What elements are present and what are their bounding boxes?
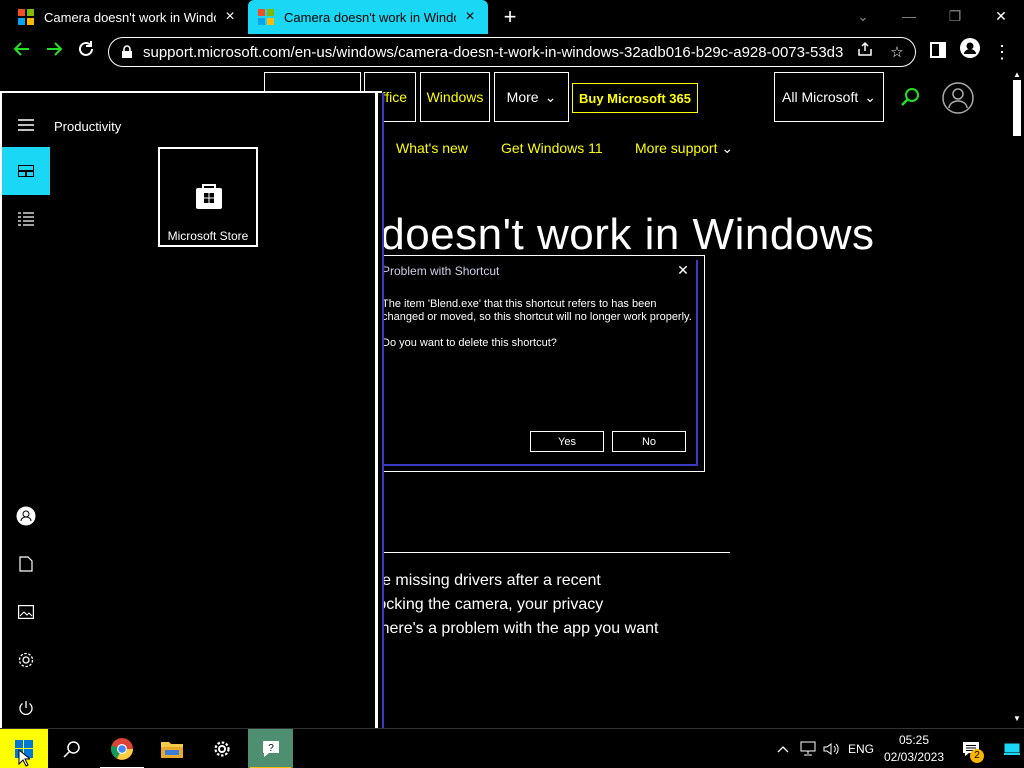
subnav-whats-new[interactable]: What's new: [396, 140, 468, 156]
share-icon[interactable]: [853, 41, 877, 65]
forward-arrow-icon: [47, 42, 63, 56]
dialog-message-line-1: The item 'Blend.exe' that this shortcut …: [382, 298, 657, 310]
taskbar-search-icon[interactable]: [48, 729, 96, 768]
taskbar-get-help-icon[interactable]: ?: [248, 729, 293, 768]
browser-tab-1[interactable]: Camera doesn't work in Windows ×: [8, 0, 248, 34]
yes-button[interactable]: Yes: [530, 431, 604, 452]
browser-tab-strip: Camera doesn't work in Windows × Camera …: [0, 0, 1024, 34]
close-tab-icon[interactable]: ×: [222, 8, 238, 26]
clock-date: 02/03/2023: [883, 750, 945, 764]
more-support-label: More support: [635, 140, 718, 156]
all-apps-list-icon[interactable]: [2, 195, 50, 243]
back-arrow-icon: [13, 42, 29, 56]
browser-tab-2-active[interactable]: Camera doesn't work in Windows ×: [248, 0, 488, 34]
minimize-button[interactable]: —: [894, 2, 924, 30]
clock-time: 05:25: [898, 733, 930, 747]
desktop-screen: Camera doesn't work in Windows × Camera …: [0, 0, 1024, 768]
taskbar-file-explorer-icon[interactable]: [148, 729, 196, 768]
hamburger-menu-icon[interactable]: [2, 101, 50, 149]
subnav-get-windows-11[interactable]: Get Windows 11: [501, 140, 603, 156]
taskbar-settings-icon[interactable]: [198, 729, 246, 768]
show-hidden-icons-chevron-icon[interactable]: [772, 729, 794, 768]
network-icon[interactable]: [796, 729, 820, 768]
notification-count-badge: 2: [970, 749, 984, 763]
action-center-icon[interactable]: [956, 729, 986, 768]
chevron-down-icon: ⌄: [864, 88, 876, 105]
microsoft-store-label: Microsoft Store: [167, 229, 249, 243]
microsoft-logo-icon: [18, 9, 34, 25]
page-scrollbar[interactable]: ▲ ▼: [1010, 70, 1024, 728]
dialog-title: Problem with Shortcut: [382, 264, 500, 278]
mouse-cursor-icon: [18, 748, 32, 768]
restore-button[interactable]: ❐: [940, 2, 970, 30]
start-menu-rail: [2, 93, 50, 730]
nav-windows[interactable]: Windows: [420, 72, 490, 122]
user-account-icon[interactable]: [2, 492, 50, 540]
close-tab-icon[interactable]: ×: [462, 8, 478, 26]
language-label: ENG: [847, 742, 874, 756]
pinned-tiles-icon[interactable]: [2, 147, 50, 195]
settings-gear-icon[interactable]: [2, 636, 50, 684]
close-window-button[interactable]: ✕: [986, 2, 1016, 30]
dialog-message-line-2: changed or moved, so this shortcut will …: [382, 311, 692, 323]
problem-with-shortcut-dialog: Problem with Shortcut ✕ The item 'Blend.…: [375, 255, 705, 472]
browser-toolbar: support.microsoft.com/en-us/windows/came…: [0, 34, 1024, 70]
bookmark-star-icon[interactable]: ☆: [885, 41, 909, 65]
divider: [382, 552, 730, 553]
start-group-title: Productivity: [54, 119, 122, 134]
account-icon[interactable]: [942, 82, 974, 119]
svg-text:?: ?: [268, 743, 274, 754]
documents-icon[interactable]: [2, 540, 50, 588]
search-icon[interactable]: [900, 86, 922, 113]
microsoft-store-tile[interactable]: Microsoft Store: [158, 147, 258, 247]
microsoft-store-icon: [196, 184, 222, 209]
reload-button[interactable]: [72, 38, 100, 66]
reload-icon: [79, 41, 93, 56]
language-indicator[interactable]: ENG: [844, 729, 878, 768]
microsoft-logo-icon: [258, 9, 274, 25]
chevron-down-icon: ⌄: [721, 140, 734, 156]
profile-avatar-icon[interactable]: [956, 38, 984, 66]
lock-icon: [122, 45, 132, 58]
buy-microsoft-365-button[interactable]: Buy Microsoft 365: [572, 83, 698, 113]
pictures-icon[interactable]: [2, 588, 50, 636]
nav-more-label: More: [506, 89, 539, 105]
start-menu-border: [375, 93, 378, 730]
start-menu: Productivity Microsoft Store: [0, 91, 384, 730]
forward-button[interactable]: [40, 38, 68, 66]
taskbar-chrome-icon[interactable]: [98, 729, 146, 768]
address-bar[interactable]: support.microsoft.com/en-us/windows/came…: [108, 37, 916, 67]
chrome-menu-icon[interactable]: ⋮: [988, 38, 1016, 66]
scroll-up-arrow-icon[interactable]: ▲: [1010, 70, 1024, 80]
no-button[interactable]: No: [612, 431, 686, 452]
power-icon[interactable]: [2, 684, 50, 732]
tab-search-icon[interactable]: ⌄: [848, 2, 878, 30]
show-desktop-icon[interactable]: [1000, 729, 1024, 768]
new-tab-button[interactable]: +: [498, 4, 522, 30]
subnav-more-support[interactable]: More support ⌄: [635, 140, 733, 157]
dialog-question: Do you want to delete this shortcut?: [382, 337, 557, 349]
all-microsoft-label: All Microsoft: [782, 89, 859, 105]
scroll-thumb[interactable]: [1013, 80, 1021, 136]
back-button[interactable]: [8, 38, 36, 66]
start-menu-border-accent: [382, 93, 384, 730]
scroll-down-arrow-icon[interactable]: ▼: [1010, 714, 1024, 724]
nav-more[interactable]: More ⌄: [494, 72, 569, 122]
system-clock[interactable]: 05:25 02/03/2023: [880, 729, 948, 768]
nav-windows-label: Windows: [426, 89, 484, 105]
side-panel-icon[interactable]: [924, 38, 952, 66]
chevron-down-icon: ⌄: [544, 88, 557, 105]
volume-icon[interactable]: [820, 729, 842, 768]
url-text: support.microsoft.com/en-us/windows/came…: [143, 43, 843, 61]
tab-title: Camera doesn't work in Windows: [44, 9, 216, 25]
taskbar: ? ENG 05:25 02/03/2023 2: [0, 728, 1024, 768]
dialog-close-icon[interactable]: ✕: [676, 262, 690, 279]
tab-title: Camera doesn't work in Windows: [284, 9, 456, 25]
all-microsoft-dropdown[interactable]: All Microsoft ⌄: [774, 72, 884, 122]
